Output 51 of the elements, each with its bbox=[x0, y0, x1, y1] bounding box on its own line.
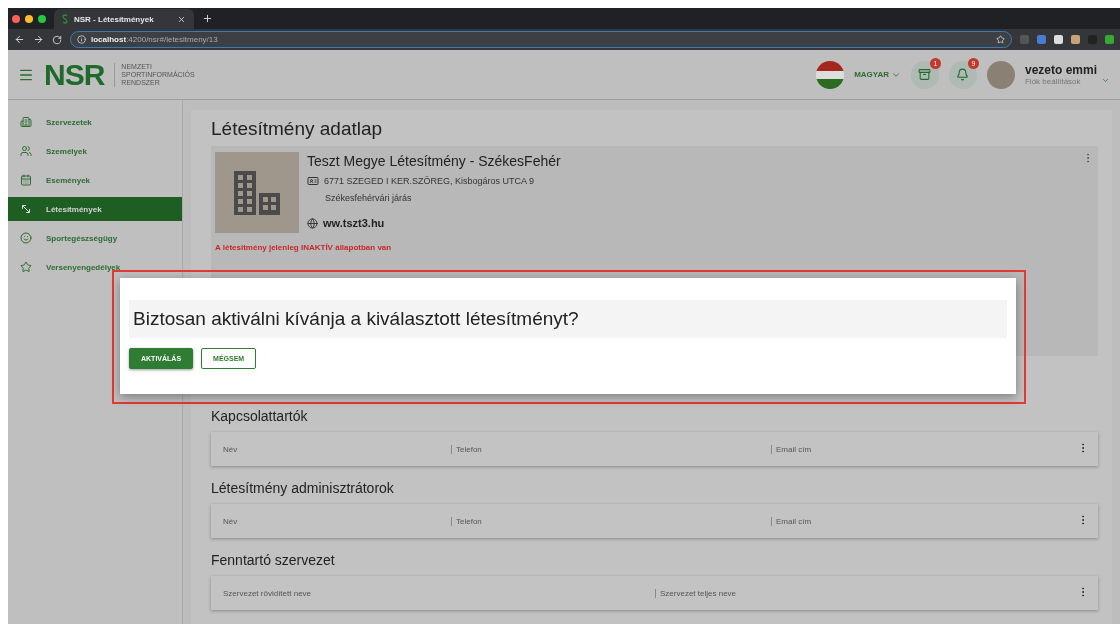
star-icon bbox=[20, 261, 32, 273]
smiley-icon bbox=[20, 232, 32, 244]
column-header: Email cím bbox=[771, 444, 1076, 454]
page-title: Létesítmény adatlap bbox=[211, 118, 384, 140]
dialog-question: Biztosan aktiválni kívánja a kiválasztott létesítményt? bbox=[129, 300, 1007, 338]
column-header: Email cím bbox=[771, 516, 1076, 526]
calendar-icon bbox=[20, 174, 32, 186]
sidebar-item[interactable]: Események bbox=[8, 168, 182, 192]
new-tab-icon[interactable] bbox=[202, 13, 213, 25]
id-card-icon bbox=[307, 175, 319, 187]
forward-icon[interactable] bbox=[33, 34, 44, 46]
logo: NSR bbox=[44, 57, 105, 92]
facility-website: ww.tszt3.hu bbox=[323, 217, 385, 229]
buildings-icon bbox=[20, 116, 32, 128]
people-icon bbox=[20, 145, 32, 157]
window-controls bbox=[12, 14, 46, 23]
facility-address: 6771 SZEGED I KER.SZÖREG, Kisbogáros UTCA 9 bbox=[324, 176, 535, 186]
facility-district: Székesfehérvári járás bbox=[324, 193, 413, 203]
sidebar-item[interactable]: Létesítmények bbox=[8, 197, 182, 221]
section-title: Fenntartó szervezet bbox=[211, 552, 336, 568]
sidebar-item[interactable]: Személyek bbox=[8, 139, 182, 163]
facility-name: Teszt Megye Létesítmény - SzékesFehér bbox=[307, 153, 562, 169]
column-header: Név bbox=[222, 444, 239, 454]
tray-icon bbox=[918, 68, 932, 82]
column-header: Szervezet rövidített neve bbox=[222, 588, 313, 598]
user-name: vezeto emmi bbox=[1024, 63, 1097, 78]
favicon-icon bbox=[62, 14, 68, 25]
sidebar-item[interactable]: Sportegészségügy bbox=[8, 226, 182, 250]
browser-tab[interactable]: NSR - Létesítmények bbox=[54, 9, 194, 30]
flag-icon[interactable] bbox=[816, 60, 845, 89]
globe-icon bbox=[307, 217, 318, 229]
column-header: Szervezet teljes neve bbox=[655, 588, 1076, 598]
status-warning: A létesítmény jelenleg INAKTÍV állapotban van bbox=[215, 243, 393, 252]
reload-icon[interactable] bbox=[52, 34, 62, 45]
info-icon[interactable] bbox=[77, 35, 86, 45]
diagonal-arrows-icon bbox=[20, 203, 32, 215]
language-selector[interactable]: MAGYAR bbox=[854, 69, 901, 80]
column-header: Telefon bbox=[451, 516, 771, 526]
close-icon[interactable] bbox=[177, 14, 186, 24]
back-icon[interactable] bbox=[14, 34, 25, 46]
section-title: Kapcsolattartók bbox=[211, 408, 309, 424]
avatar bbox=[986, 60, 1015, 89]
column-header: Telefon bbox=[451, 444, 771, 454]
building-icon bbox=[232, 168, 282, 217]
column-header: Név bbox=[222, 516, 239, 526]
bell-icon bbox=[956, 68, 970, 82]
sidebar-item[interactable]: Szervezetek bbox=[8, 110, 182, 134]
bookmark-star-icon[interactable] bbox=[996, 35, 1005, 45]
address-field[interactable]: localhost:4200/nsr#/letesitmeny/13 bbox=[70, 31, 1012, 49]
section-title: Létesítmény adminisztrátorok bbox=[211, 480, 395, 496]
sidebar-item[interactable]: Versenyengedélyek bbox=[8, 255, 182, 279]
